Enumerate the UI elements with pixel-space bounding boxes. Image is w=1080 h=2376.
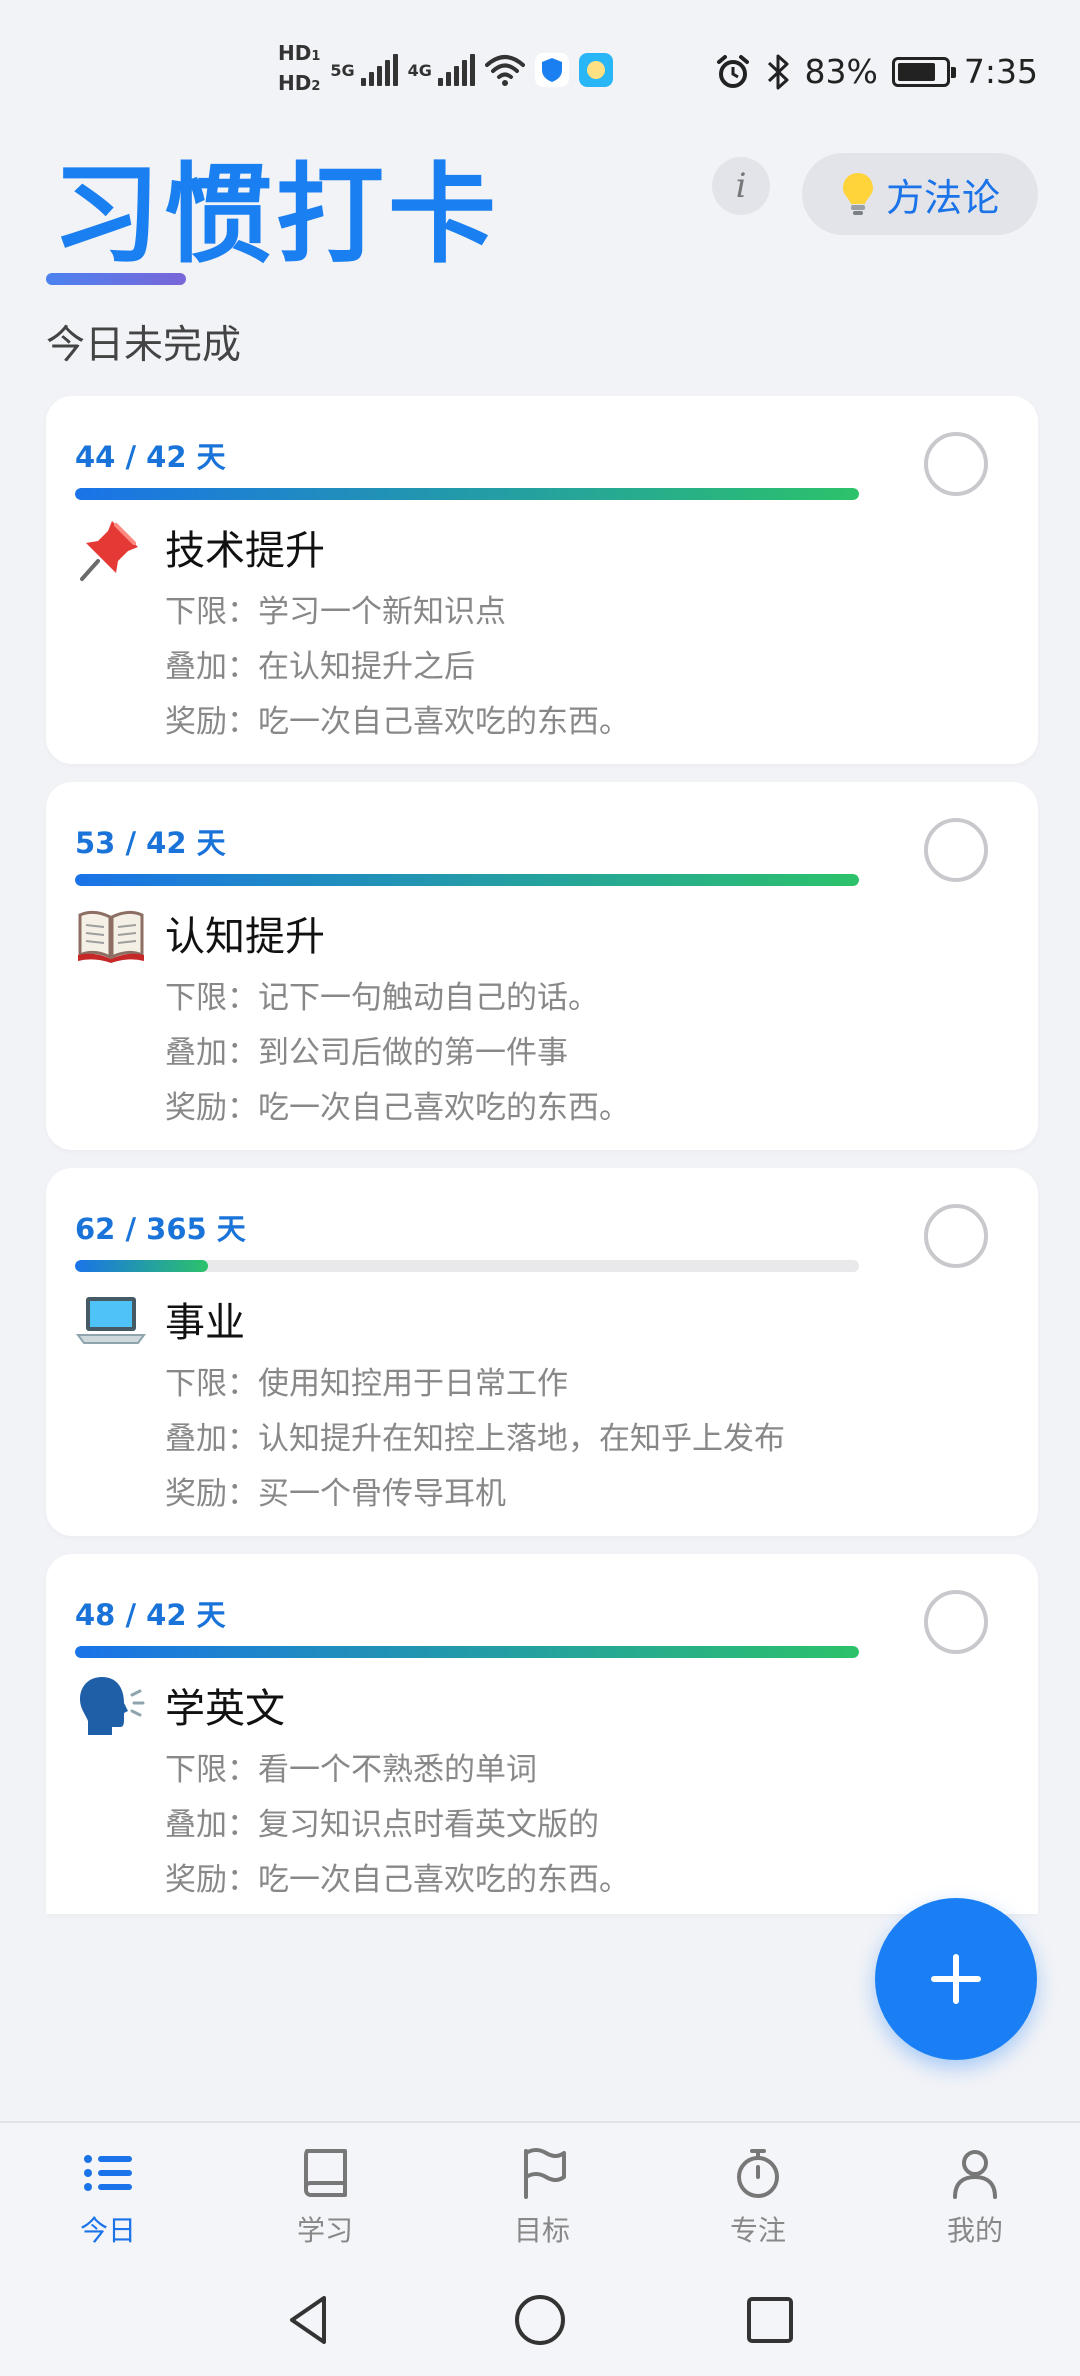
habit-check-button[interactable]: [924, 1204, 988, 1268]
habit-name: 认知提升: [165, 914, 325, 960]
nav-label-mine: 我的: [946, 2214, 1003, 2247]
habit-card[interactable]: 44 / 42 天 技术提升 下限：学习一个新知识点 叠加：在认知提升之后 奖励…: [46, 396, 1038, 764]
habit-lower-bound: 下限：记下一句触动自己的话。: [165, 980, 599, 1016]
hd1-label: HD: [278, 41, 312, 65]
wifi-icon: [484, 55, 525, 86]
home-icon[interactable]: [510, 2290, 570, 2350]
habit-reward: 奖励：买一个骨传导耳机: [165, 1476, 506, 1512]
habit-check-button[interactable]: [924, 432, 988, 496]
habit-check-button[interactable]: [924, 1590, 988, 1654]
title-underline: [46, 273, 186, 285]
lightbulb-icon: [842, 173, 873, 215]
status-left: HD1 HD2 5G 4G: [278, 40, 613, 100]
habit-progress: [75, 1260, 859, 1272]
habit-progress-fill: [75, 488, 859, 500]
nav-tab-focus[interactable]: 专注: [688, 2143, 828, 2253]
alarm-icon: [716, 54, 749, 88]
system-nav-bar: [0, 2262, 1080, 2376]
user-icon: [953, 2150, 997, 2199]
methodology-button[interactable]: 方法论: [802, 153, 1038, 235]
habit-days: 53 / 42 天: [75, 826, 226, 860]
back-icon[interactable]: [280, 2290, 340, 2350]
list-icon: [84, 2155, 132, 2191]
habit-lower-bound: 下限：使用知控用于日常工作: [165, 1366, 568, 1402]
nav-tab-goals[interactable]: 目标: [472, 2143, 612, 2253]
pushpin-icon: [80, 521, 138, 581]
nav-label-goals: 目标: [513, 2214, 570, 2247]
nav-tab-today[interactable]: 今日: [38, 2143, 178, 2253]
add-habit-button[interactable]: [875, 1898, 1037, 2060]
nav-tab-mine[interactable]: 我的: [905, 2143, 1045, 2253]
flag-icon: [524, 2148, 566, 2199]
weather-app-icon: [578, 53, 613, 87]
habit-reward: 奖励：吃一次自己喜欢吃的东西。: [165, 1090, 630, 1126]
section-label-incomplete: 今日未完成: [46, 323, 242, 368]
habit-progress: [75, 874, 859, 886]
signal-2-icon: [437, 54, 475, 86]
habit-progress-fill: [75, 1646, 859, 1658]
methodology-label: 方法论: [885, 175, 1000, 220]
habit-stack: 叠加：到公司后做的第一件事: [165, 1035, 568, 1071]
status-right: 83% 7:35: [715, 52, 1038, 91]
habit-progress-fill: [75, 874, 859, 886]
habit-progress-fill: [75, 1260, 209, 1272]
network-4g-label: 4G: [407, 60, 432, 80]
bottom-nav: 今日 学习 目标 专注 我的: [0, 2121, 1080, 2261]
habit-stack: 叠加：在认知提升之后: [165, 649, 475, 685]
plus-icon: [931, 1954, 981, 2004]
battery-percent: 83%: [804, 52, 878, 91]
habit-card[interactable]: 48 / 42 天 学英文 下限：看一个不熟悉的单词 叠加：复习知识点时看英文版…: [46, 1554, 1038, 1914]
habit-name: 学英文: [165, 1686, 285, 1732]
nav-label-focus: 专注: [729, 2214, 786, 2247]
habit-stack: 叠加：复习知识点时看英文版的: [165, 1807, 599, 1843]
habit-check-button[interactable]: [924, 818, 988, 882]
habit-progress: [75, 1646, 859, 1658]
habit-reward: 奖励：吃一次自己喜欢吃的东西。: [165, 704, 630, 740]
habit-days: 44 / 42 天: [75, 440, 226, 474]
battery-icon: [891, 56, 956, 87]
info-button[interactable]: i: [712, 157, 770, 215]
habit-card[interactable]: 62 / 365 天 事业 下限：使用知控用于日常工作 叠加：认知提升在知控上落…: [46, 1168, 1038, 1536]
nav-label-study: 学习: [296, 2214, 353, 2247]
status-time: 7:35: [963, 52, 1038, 91]
recents-icon[interactable]: [740, 2290, 800, 2350]
habit-days: 48 / 42 天: [75, 1598, 226, 1632]
book-icon: [78, 910, 144, 963]
habit-lower-bound: 下限：看一个不熟悉的单词: [165, 1752, 537, 1788]
habit-reward: 奖励：吃一次自己喜欢吃的东西。: [165, 1862, 630, 1898]
habit-name: 技术提升: [165, 528, 325, 574]
habit-days: 62 / 365 天: [75, 1212, 246, 1246]
battery-fill: [897, 62, 936, 81]
habit-stack: 叠加：认知提升在知控上落地，在知乎上发布: [165, 1421, 785, 1457]
habit-name: 事业: [165, 1300, 245, 1346]
habit-progress: [75, 488, 859, 500]
bluetooth-icon: [767, 54, 789, 89]
shield-app-icon: [534, 53, 569, 87]
stopwatch-icon: [737, 2149, 779, 2198]
habit-lower-bound: 下限：学习一个新知识点: [165, 594, 506, 630]
hd2-sub: 2: [311, 79, 321, 94]
page-title: 习惯打卡: [52, 153, 501, 278]
signal-1-icon: [360, 54, 398, 86]
network-5g-label: 5G: [330, 60, 355, 80]
hd-indicator: HD1 HD2: [278, 40, 320, 100]
app-root: HD1 HD2 5G 4G 83% 7:35 习惯打卡 i 方法论 今日未完成 …: [0, 0, 1080, 2376]
hd2-label: HD: [278, 71, 312, 95]
hd1-sub: 1: [311, 49, 321, 64]
book-outline-icon: [304, 2149, 347, 2197]
nav-label-today: 今日: [79, 2214, 136, 2247]
speaking-head-icon: [80, 1677, 145, 1735]
laptop-icon: [76, 1297, 146, 1344]
habit-card[interactable]: 53 / 42 天 认知提升 下限：记下一句触动自己的话。 叠加：到公司后做的第…: [46, 782, 1038, 1150]
nav-tab-study[interactable]: 学习: [255, 2143, 395, 2253]
